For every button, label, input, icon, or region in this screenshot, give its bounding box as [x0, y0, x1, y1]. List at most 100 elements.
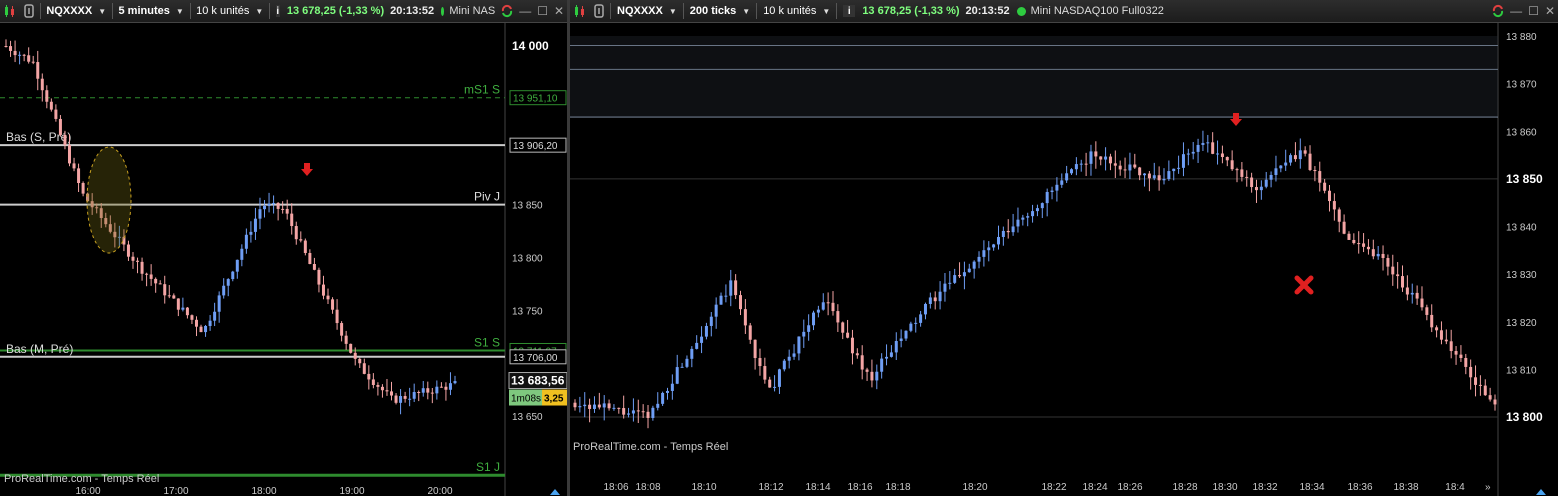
candlestick-icon[interactable]	[573, 4, 587, 18]
minimize-icon[interactable]: —	[516, 4, 534, 18]
x-tick-label: 18:28	[1172, 482, 1197, 493]
right-candle	[1284, 162, 1288, 166]
right-candle	[1415, 292, 1419, 299]
symbol-selector[interactable]: NQXXXX ▼	[613, 2, 681, 20]
right-candle	[1318, 171, 1322, 183]
left-candle	[213, 311, 217, 321]
left-candle	[331, 299, 335, 310]
right-candle	[831, 302, 835, 312]
right-candle	[797, 336, 801, 354]
x-tick-label: 18:32	[1252, 482, 1277, 493]
right-candle	[1366, 246, 1370, 250]
info-icon[interactable]: i	[843, 5, 856, 17]
maximize-icon[interactable]: ☐	[534, 4, 551, 18]
x-tick-label: 18:30	[1212, 482, 1237, 493]
y-tick-label: 14 000	[512, 39, 549, 53]
left-candle	[430, 392, 434, 394]
left-candle	[158, 283, 162, 285]
right-candle	[1279, 165, 1283, 169]
link-icon[interactable]	[592, 4, 606, 18]
right-candle	[1371, 249, 1375, 257]
x-tick-label: 18:18	[885, 482, 910, 493]
timeframe-label: 5 minutes	[118, 5, 170, 17]
units-selector[interactable]: 10 k unités ▼	[759, 2, 834, 20]
right-candle	[841, 322, 845, 333]
maximize-icon[interactable]: ☐	[1525, 4, 1542, 18]
left-candle	[335, 309, 339, 324]
timeframe-selector[interactable]: 5 minutes ▼	[115, 2, 188, 20]
right-candle	[987, 247, 991, 251]
left-candle	[226, 279, 230, 286]
instrument-name: Mini NASDAQ100 Full0322	[1030, 5, 1164, 17]
right-candle	[1177, 167, 1181, 169]
candlestick-icon[interactable]	[3, 4, 17, 18]
right-candle	[1381, 253, 1385, 259]
price-chart-200ticks[interactable]: 13 880 13 870 13 860 13 850 13 840 13 830 13 8…	[570, 23, 1558, 496]
left-candle	[72, 163, 76, 169]
info-icon[interactable]: i	[275, 5, 280, 17]
left-candle	[149, 274, 153, 279]
level-label: S1 J	[476, 460, 500, 474]
right-candle	[646, 411, 650, 418]
right-candle	[1074, 164, 1078, 170]
chart-panel-5min[interactable]: NQXXXX ▼ 5 minutes ▼ 10 k unités ▼ i 13 678…	[0, 0, 567, 496]
instrument-name: Mini NAS	[449, 5, 496, 17]
right-candle	[1011, 226, 1015, 233]
right-candle	[1289, 155, 1293, 163]
right-candle	[1060, 180, 1064, 185]
shaded-band	[570, 36, 1498, 117]
left-candle	[312, 263, 316, 270]
chevron-down-icon: ▼	[742, 6, 751, 16]
y-tick-label: 13 800	[512, 253, 543, 264]
right-candle	[627, 413, 631, 415]
minimize-icon[interactable]: —	[1507, 4, 1525, 18]
right-candle	[768, 379, 772, 388]
right-candle	[1206, 142, 1210, 144]
left-candle	[244, 234, 248, 249]
right-candle	[1186, 153, 1190, 155]
right-candle	[1104, 156, 1108, 160]
refresh-icon[interactable]	[1491, 4, 1505, 18]
chart-panel-200ticks[interactable]: NQXXXX ▼ 200 ticks ▼ 10 k unités ▼ i 13 678…	[570, 0, 1558, 496]
symbol-selector[interactable]: NQXXXX ▼	[42, 2, 110, 20]
units-selector[interactable]: 10 k unités ▼	[192, 2, 267, 20]
scroll-right-icon: »	[1485, 482, 1491, 493]
scroll-up-icon	[1536, 489, 1546, 495]
link-icon[interactable]	[22, 4, 36, 18]
price-chart-5min[interactable]: 14 000 13 850 13 800 13 750 13 650 mS1 S 13 95…	[0, 23, 567, 496]
timeframe-selector[interactable]: 200 ticks ▼	[686, 2, 754, 20]
right-candle	[1026, 216, 1030, 218]
right-candle	[1439, 330, 1443, 340]
right-candle	[588, 404, 592, 409]
right-candle	[1337, 209, 1341, 222]
right-candle	[870, 371, 874, 381]
y-tick-label: 13 800	[1506, 410, 1543, 424]
left-candle	[412, 392, 416, 399]
x-tick-label: 18:06	[603, 482, 628, 493]
right-candle	[1133, 164, 1137, 168]
right-candle	[948, 282, 952, 284]
left-candle	[240, 248, 244, 260]
x-tick-label: 17:00	[163, 486, 188, 496]
right-candle	[656, 403, 660, 408]
x-tick-label: 18:22	[1041, 482, 1066, 493]
right-candle	[1016, 219, 1020, 227]
chevron-down-icon: ▼	[255, 6, 264, 16]
right-candle	[1405, 287, 1409, 295]
y-tick-label: 13 880	[1506, 32, 1537, 43]
right-candle	[821, 302, 825, 310]
right-candle	[758, 358, 762, 367]
refresh-icon[interactable]	[500, 4, 514, 18]
right-candle	[885, 356, 889, 359]
x-tick-label: 18:12	[758, 482, 783, 493]
right-candle	[812, 312, 816, 326]
right-candle	[1113, 163, 1117, 166]
current-price-label: 13 683,56	[511, 374, 565, 388]
right-candle	[1079, 163, 1083, 165]
left-candle	[22, 54, 26, 56]
close-icon[interactable]: ✕	[551, 4, 567, 18]
right-candle	[1220, 153, 1224, 158]
x-tick-label: 18:10	[691, 482, 716, 493]
close-icon[interactable]: ✕	[1542, 4, 1558, 18]
y-tick-label: 13 850	[512, 201, 543, 212]
